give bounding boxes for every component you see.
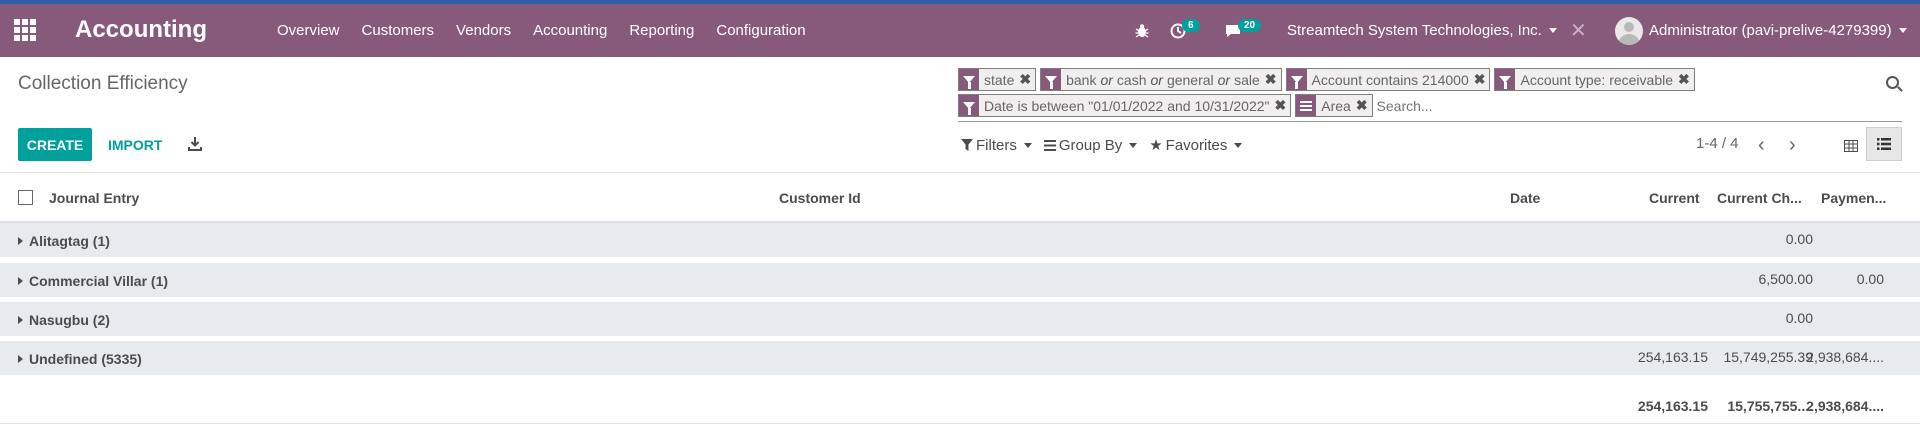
col-payment[interactable]: Paymen... bbox=[1821, 190, 1886, 206]
chevron-down-icon bbox=[1898, 28, 1907, 33]
app-brand[interactable]: Accounting bbox=[75, 16, 207, 44]
top-menu: Overview Customers Vendors Accounting Re… bbox=[266, 4, 817, 57]
messages-chat-icon[interactable]: 20 bbox=[1224, 4, 1262, 57]
facet-journal[interactable]: bank or cash or general or sale ✖ bbox=[1040, 68, 1282, 91]
caret-right-icon bbox=[18, 316, 23, 324]
total-current: 254,163.15 bbox=[1637, 398, 1708, 414]
facet-state[interactable]: state ✖ bbox=[958, 68, 1037, 91]
col-current-ch[interactable]: Current Ch... bbox=[1717, 190, 1802, 206]
caret-right-icon bbox=[18, 237, 23, 245]
facet-groupby-area[interactable]: Area ✖ bbox=[1295, 94, 1373, 117]
filter-icon bbox=[959, 95, 979, 116]
chevron-down-icon bbox=[1548, 28, 1557, 33]
group-current: 254,163.15 bbox=[1637, 349, 1708, 365]
remove-facet-icon[interactable]: ✖ bbox=[1275, 95, 1291, 116]
group-payment: 0.00 bbox=[1856, 271, 1884, 287]
activity-badge: 6 bbox=[1182, 19, 1200, 32]
chevron-left-icon[interactable]: ‹ bbox=[1758, 134, 1765, 157]
facet-row-1: state ✖ bank or cash or general or sale ✖ Acco… bbox=[958, 68, 1699, 91]
filter-icon bbox=[961, 139, 973, 151]
chevron-down-icon bbox=[1023, 142, 1032, 148]
menu-accounting[interactable]: Accounting bbox=[522, 22, 618, 39]
select-all-checkbox[interactable] bbox=[18, 190, 33, 205]
import-button[interactable]: IMPORT bbox=[108, 137, 162, 153]
col-date[interactable]: Date bbox=[1510, 190, 1540, 206]
total-payment: 2,938,684.... bbox=[1806, 398, 1884, 414]
favorites-dropdown[interactable]: ★ Favorites bbox=[1149, 136, 1243, 154]
filter-icon bbox=[1041, 69, 1062, 90]
filter-icon bbox=[1286, 69, 1307, 90]
filter-icon bbox=[1495, 69, 1516, 90]
kanban-view-icon[interactable] bbox=[1836, 131, 1866, 161]
group-name: Alitagtag (1) bbox=[29, 233, 110, 249]
group-by-icon bbox=[1296, 95, 1317, 116]
debug-bug-icon[interactable] bbox=[1134, 4, 1152, 57]
filters-dropdown[interactable]: Filters bbox=[961, 136, 1032, 154]
remove-facet-icon[interactable]: ✖ bbox=[1474, 69, 1490, 90]
col-current[interactable]: Current bbox=[1649, 190, 1700, 206]
list-bars-icon bbox=[1043, 139, 1056, 151]
col-journal-entry[interactable]: Journal Entry bbox=[49, 190, 139, 206]
create-button[interactable]: CREATE bbox=[18, 128, 92, 161]
user-menu[interactable]: Administrator (pavi-prelive-4279399) bbox=[1615, 4, 1907, 57]
group-current-ch: 0.00 bbox=[1785, 231, 1813, 247]
company-name: Streamtech System Technologies, Inc. bbox=[1287, 22, 1542, 39]
menu-vendors[interactable]: Vendors bbox=[445, 22, 522, 39]
facet-date[interactable]: Date is between "01/01/2022 and 10/31/20… bbox=[958, 94, 1292, 117]
search-options: Filters Group By ★ Favorites bbox=[961, 136, 1243, 154]
group-name: Nasugbu (2) bbox=[29, 312, 110, 328]
avatar bbox=[1615, 16, 1643, 45]
group-name: Undefined (5335) bbox=[29, 351, 142, 367]
remove-facet-icon[interactable]: ✖ bbox=[1678, 69, 1694, 90]
list-view-icon[interactable] bbox=[1866, 127, 1902, 161]
filter-icon bbox=[959, 69, 979, 90]
chevron-down-icon bbox=[1129, 142, 1138, 148]
user-name: Administrator (pavi-prelive-4279399) bbox=[1649, 22, 1892, 39]
facet-account[interactable]: Account contains 214000 ✖ bbox=[1285, 68, 1491, 91]
search-underline bbox=[958, 121, 1902, 122]
menu-reporting[interactable]: Reporting bbox=[618, 22, 705, 39]
menu-customers[interactable]: Customers bbox=[351, 22, 446, 39]
chevron-right-icon[interactable]: › bbox=[1789, 134, 1796, 157]
group-row[interactable]: Alitagtag (1) 0.00 bbox=[0, 223, 1920, 259]
group-payment: 2,938,684.... bbox=[1806, 349, 1884, 365]
remove-facet-icon[interactable]: ✖ bbox=[1356, 95, 1372, 116]
facet-account-type[interactable]: Account type: receivable ✖ bbox=[1494, 68, 1695, 91]
caret-right-icon bbox=[18, 277, 23, 285]
groupby-dropdown[interactable]: Group By bbox=[1043, 136, 1138, 154]
close-x-icon[interactable]: ✕ bbox=[1570, 4, 1587, 57]
remove-facet-icon[interactable]: ✖ bbox=[1019, 69, 1035, 90]
menu-overview[interactable]: Overview bbox=[266, 22, 351, 39]
col-customer-id[interactable]: Customer Id bbox=[779, 190, 861, 206]
main-navbar: Accounting Overview Customers Vendors Ac… bbox=[0, 4, 1920, 57]
activity-clock-icon[interactable]: 6 bbox=[1170, 4, 1200, 57]
pager-value[interactable]: 1-4 / 4 bbox=[1696, 135, 1739, 152]
group-name: Commercial Villar (1) bbox=[29, 273, 169, 289]
remove-facet-icon[interactable]: ✖ bbox=[1265, 69, 1281, 90]
list-header: Journal Entry Customer Id Date Current C… bbox=[0, 184, 1920, 220]
group-row[interactable]: Undefined (5335) 254,163.15 15,749,255.3… bbox=[0, 341, 1920, 377]
download-icon[interactable] bbox=[188, 136, 202, 152]
group-current-ch: 0.00 bbox=[1785, 310, 1813, 326]
chevron-down-icon bbox=[1234, 142, 1243, 148]
company-switcher[interactable]: Streamtech System Technologies, Inc. bbox=[1287, 4, 1557, 57]
messages-badge: 20 bbox=[1238, 19, 1262, 32]
apps-menu-icon[interactable] bbox=[14, 19, 36, 41]
page-title: Collection Efficiency bbox=[18, 73, 188, 94]
facet-row-2: Date is between "01/01/2022 and 10/31/20… bbox=[958, 94, 1577, 117]
star-icon: ★ bbox=[1149, 137, 1163, 154]
menu-configuration[interactable]: Configuration bbox=[705, 22, 816, 39]
search-icon[interactable] bbox=[1886, 76, 1899, 89]
control-panel-divider bbox=[0, 172, 1920, 173]
caret-right-icon bbox=[18, 355, 23, 363]
group-row[interactable]: Commercial Villar (1) 6,500.00 0.00 bbox=[0, 263, 1920, 299]
group-row[interactable]: Nasugbu (2) 0.00 bbox=[0, 302, 1920, 338]
totals-row: 254,163.15 15,755,755.... 2,938,684.... bbox=[0, 390, 1920, 424]
search-input[interactable] bbox=[1376, 97, 1577, 114]
